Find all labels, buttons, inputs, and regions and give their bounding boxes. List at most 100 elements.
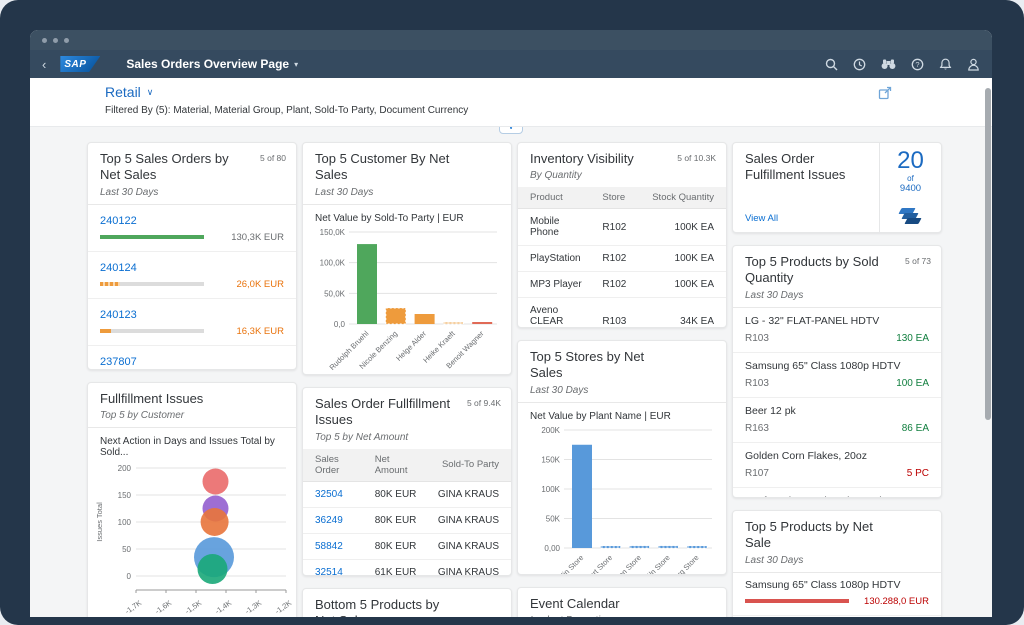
table-row[interactable]: Aveno CLEAR COMPLEXION...R10334K EA — [518, 298, 726, 328]
card-event-calendar[interactable]: Event Calendar Look at Promotion — [517, 587, 727, 617]
column-header[interactable]: Sales Order — [303, 449, 369, 482]
table-cell: 100K EA — [637, 272, 726, 298]
card-inventory-visibility[interactable]: Inventory Visibility 5 of 10.3K By Quant… — [517, 142, 727, 328]
sales-order-link[interactable]: 240124 — [100, 262, 137, 274]
bubble-rudolph-bruehl[interactable] — [201, 508, 229, 536]
column-header[interactable]: Product — [518, 187, 596, 209]
card-top-sales-orders[interactable]: Top 5 Sales Orders by Net Sales 5 of 80 … — [87, 142, 297, 370]
sales-order-link[interactable]: 32514 — [303, 559, 369, 576]
view-all-link[interactable]: View All — [745, 213, 869, 224]
svg-text:150K: 150K — [541, 455, 560, 464]
profile-icon[interactable] — [967, 58, 980, 71]
table-cell: R103 — [596, 298, 636, 328]
sales-order-link[interactable]: 58842 — [303, 533, 369, 559]
variant-selector[interactable]: Retail ∨ — [105, 84, 153, 100]
card-top-customers[interactable]: Top 5 Customer By Net Sales Last 30 Days… — [302, 142, 512, 375]
clock-icon[interactable] — [853, 58, 866, 71]
card-sold-quantity[interactable]: Top 5 Products by Sold Quantity 5 of 73 … — [732, 245, 942, 498]
list-item[interactable]: Beer 12 pkR16386 EA — [733, 397, 941, 442]
card-subtitle: Last 30 Days — [530, 385, 714, 396]
list-item[interactable]: 2378072,0K EUR — [88, 345, 296, 371]
sales-order-link[interactable]: 240122 — [100, 215, 137, 227]
list-item[interactable]: 240124 26,0K EUR — [88, 251, 296, 298]
sales-order-link[interactable]: 36249 — [303, 507, 369, 533]
table-cell: 100K EA — [637, 246, 726, 272]
table-cell: GINA KRAUS — [428, 533, 511, 559]
sales-order-link[interactable]: 237807 — [100, 356, 137, 368]
svg-text:Berlin Store: Berlin Store — [551, 553, 585, 575]
table-row[interactable]: 3624980K EURGINA KRAUS — [303, 507, 511, 533]
card-kpi-fulfillment[interactable]: Sales Order Fulfillment Issues View All … — [732, 142, 942, 233]
bubble-brigitte-bucher[interactable] — [203, 469, 229, 495]
back-icon[interactable]: ‹ — [42, 57, 46, 72]
card-bottom-products[interactable]: Bottom 5 Products by Net Sale Last 30 Da… — [302, 588, 512, 617]
list-item[interactable]: Samsung 65" Class 1080p HDTV130.288,0 EU… — [733, 573, 941, 615]
column-header[interactable]: Stock Quantity — [637, 187, 726, 209]
screenshot-background: ‹ SAP Sales Orders Overview Page ▾ ? Ret… — [0, 0, 1024, 625]
table-row[interactable]: Mobile PhoneR102100K EA — [518, 209, 726, 246]
table-row[interactable]: MP3 PlayerR102100K EA — [518, 272, 726, 298]
sales-order-link[interactable]: 32504 — [303, 481, 369, 507]
column-header[interactable]: Store — [596, 187, 636, 209]
card-count: 5 of 73 — [905, 256, 931, 266]
table-row[interactable]: 5884280K EURGINA KRAUS — [303, 533, 511, 559]
window-control-dot[interactable] — [42, 38, 47, 43]
svg-text:0,00: 0,00 — [544, 544, 560, 553]
bubble-helge-alder[interactable] — [198, 554, 228, 584]
filter-bar: Retail ∨ Filtered By (5): Material, Mate… — [30, 78, 992, 127]
product-name: Samsung 65" Class 1080p HDTV — [745, 360, 929, 372]
vertical-scrollbar[interactable] — [985, 88, 991, 420]
list-item[interactable]: 240123 16,3K EUR — [88, 298, 296, 345]
svg-text:-1,5K: -1,5K — [183, 599, 203, 617]
header-collapse-button[interactable]: ∨ — [499, 127, 523, 134]
store-code: R103 — [745, 378, 769, 389]
svg-text:200K: 200K — [541, 426, 560, 435]
svg-text:150,0K: 150,0K — [320, 228, 346, 237]
table-row[interactable]: 3251461K EURGINA KRAUS — [303, 559, 511, 576]
card-fulfillment-table[interactable]: Sales Order Fullfillment Issues 5 of 9.4… — [302, 387, 512, 576]
svg-text:0: 0 — [127, 572, 132, 581]
column-header[interactable]: Sold-To Party — [428, 449, 511, 482]
binoculars-icon[interactable] — [881, 58, 896, 70]
card-subtitle: Last 30 Days — [315, 187, 499, 198]
column-header[interactable]: Net Amount — [369, 449, 428, 482]
list-item[interactable]: Samsung 65" Class 1080p HDTVR103100 EA — [733, 352, 941, 397]
dashboard-content: ∨ Top 5 Sales Orders by Net Sales 5 of 8… — [30, 127, 992, 617]
app-title[interactable]: Sales Orders Overview Page — [126, 57, 289, 71]
kpi-of: of — [907, 174, 914, 183]
list-item[interactable]: LG - 32" FLAT-PANEL HDTVR103130 EA — [733, 308, 941, 352]
value-label: 26,0K EUR — [212, 279, 284, 290]
window-control-dot[interactable] — [53, 38, 58, 43]
customer-bar-chart: 150,0K100,0K50,0K0,0Rudolph BruehlNicole… — [303, 226, 511, 376]
quantity-value: 86 EA — [902, 423, 929, 434]
table-row[interactable]: PlayStationR102100K EA — [518, 246, 726, 272]
dashboard-column-1: Top 5 Sales Orders by Net Sales 5 of 80 … — [87, 142, 297, 617]
list-item[interactable]: LG - 32" FLAT-PANEL HDTV42.590,7 EUR — [733, 615, 941, 618]
cell-product: Aveno CLEAR COMPLEXION... — [518, 298, 596, 328]
sales-order-link[interactable]: 240123 — [100, 309, 137, 321]
store-code: R163 — [745, 423, 769, 434]
table-row[interactable]: 3250480K EURGINA KRAUS — [303, 481, 511, 507]
share-icon[interactable] — [878, 86, 892, 100]
card-title: Top 5 Products by Net Sale — [745, 519, 929, 552]
chart-label: Net Value by Sold-To Party | EUR — [303, 205, 511, 226]
sap-logo[interactable]: SAP — [60, 56, 100, 72]
bell-icon[interactable] — [939, 58, 952, 71]
value-label: 16,3K EUR — [212, 326, 284, 337]
list-item[interactable]: Beef Broth French Onion StyleR1105 EA — [733, 487, 941, 499]
stores-bar-chart: 200K150K100K50K0,00Berlin StoreStuttgart… — [518, 424, 726, 576]
search-icon[interactable] — [825, 58, 838, 71]
window-control-dot[interactable] — [64, 38, 69, 43]
card-fulfillment-bubble[interactable]: Fullfillment Issues Top 5 by Customer Ne… — [87, 382, 297, 617]
title-dropdown-caret[interactable]: ▾ — [294, 60, 298, 69]
list-item[interactable]: 240122130,3K EUR — [88, 205, 296, 251]
card-net-sale[interactable]: Top 5 Products by Net Sale Last 30 Days … — [732, 510, 942, 617]
card-count: 5 of 80 — [260, 153, 286, 163]
card-top-stores[interactable]: Top 5 Stores by Net Sales Last 30 Days N… — [517, 340, 727, 575]
product-name: Golden Corn Flakes, 20oz — [745, 450, 929, 462]
help-icon[interactable]: ? — [911, 58, 924, 71]
table-cell: 80K EUR — [369, 507, 428, 533]
list-item[interactable]: Golden Corn Flakes, 20ozR1075 PC — [733, 442, 941, 487]
card-title: Fullfillment Issues — [100, 391, 284, 407]
svg-text:150: 150 — [118, 491, 132, 500]
